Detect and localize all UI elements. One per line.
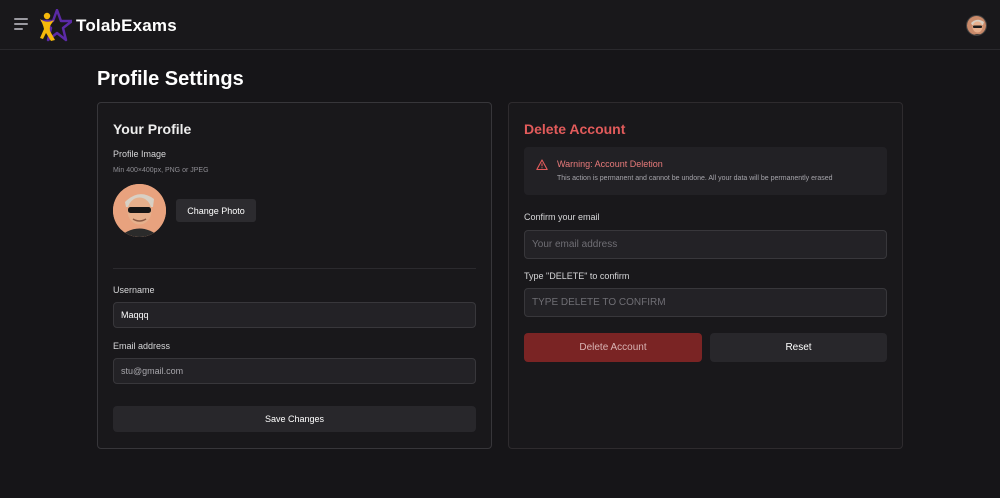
delete-account-card: Delete Account Warning: Account Deletion… <box>508 102 903 449</box>
warning-triangle-icon <box>536 159 548 171</box>
username-input[interactable] <box>113 302 476 328</box>
reset-button[interactable]: Reset <box>710 333 887 362</box>
delete-account-button[interactable]: Delete Account <box>524 333 702 362</box>
email-input[interactable] <box>113 358 476 384</box>
page-title: Profile Settings <box>97 68 244 90</box>
warning-title: Warning: Account Deletion <box>557 159 663 169</box>
star-person-logo-icon <box>40 9 72 42</box>
user-avatar[interactable] <box>966 15 987 36</box>
confirm-email-input[interactable] <box>524 230 887 259</box>
delete-account-title: Delete Account <box>524 121 626 137</box>
profile-card-title: Your Profile <box>113 121 192 137</box>
profile-image-label: Profile Image <box>113 149 167 159</box>
profile-image-hint: Min 400×400px, PNG or JPEG <box>113 167 209 174</box>
section-divider <box>113 268 476 269</box>
menu-icon[interactable] <box>14 18 28 30</box>
deletion-warning-box: Warning: Account Deletion This action is… <box>524 147 887 195</box>
save-changes-button[interactable]: Save Changes <box>113 406 476 432</box>
email-label: Email address <box>113 341 171 351</box>
profile-card: Your Profile Profile Image Min 400×400px… <box>97 102 492 449</box>
brand-name: TolabExams <box>76 16 177 35</box>
warning-text: This action is permanent and cannot be u… <box>557 175 833 182</box>
username-label: Username <box>113 285 155 295</box>
confirm-delete-label: Type "DELETE" to confirm <box>524 271 630 281</box>
confirm-email-label: Confirm your email <box>524 212 600 222</box>
confirm-delete-input[interactable] <box>524 288 887 317</box>
profile-avatar <box>113 184 166 237</box>
change-photo-button[interactable]: Change Photo <box>176 199 256 222</box>
top-bar: TolabExams <box>0 0 1000 50</box>
